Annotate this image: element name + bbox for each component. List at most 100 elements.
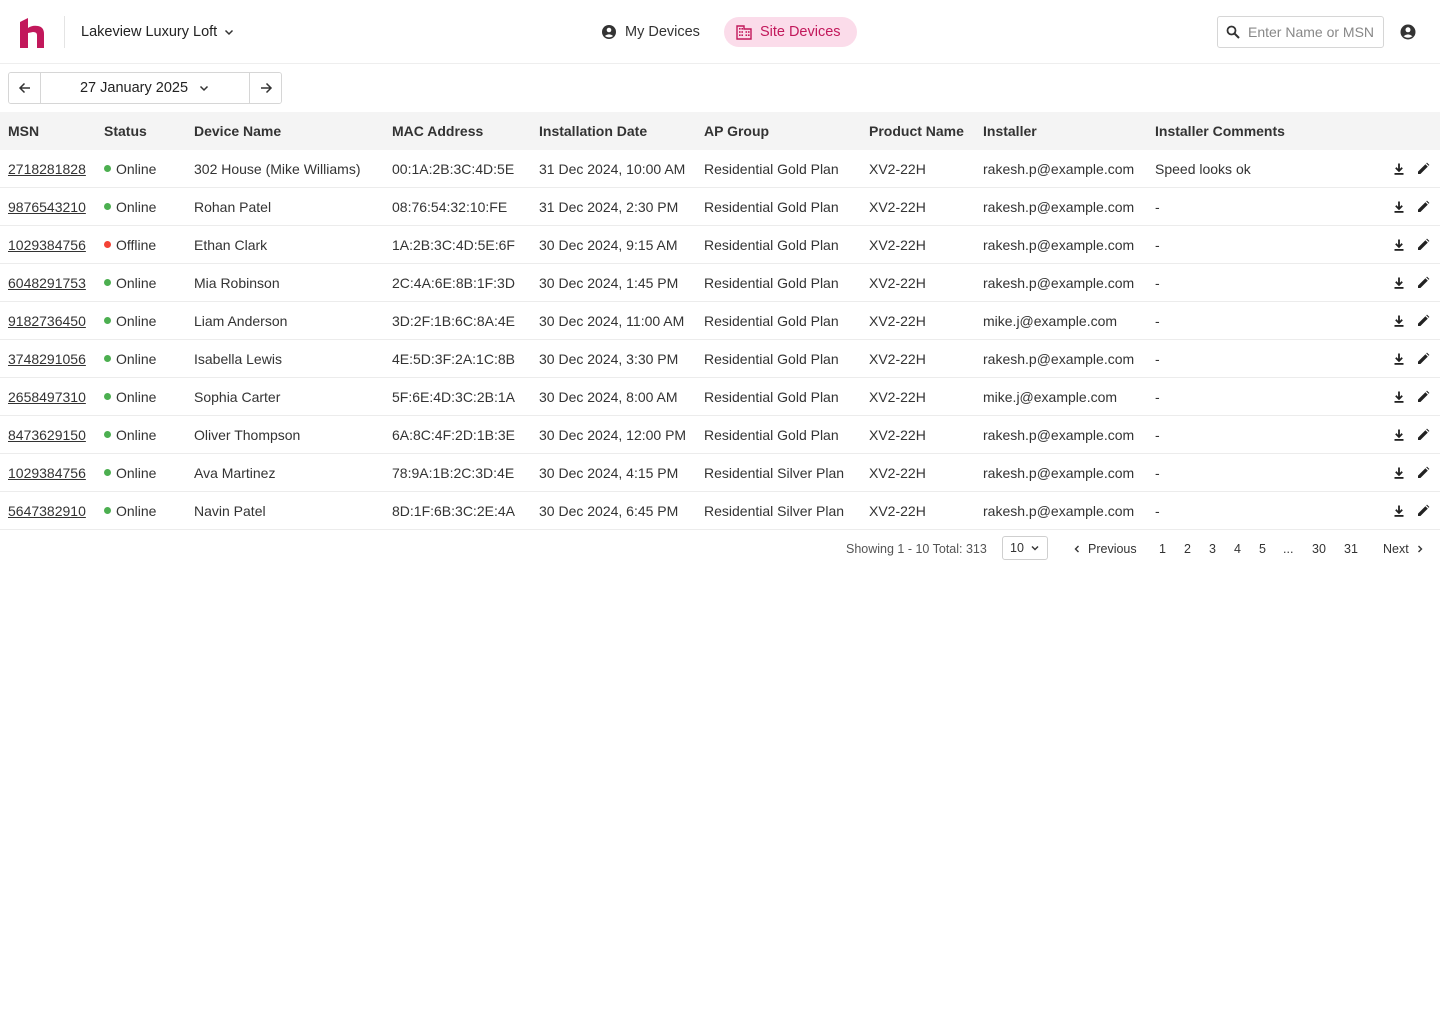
- installer-comments-cell: -: [1155, 502, 1160, 519]
- msn-link[interactable]: 9876543210: [8, 199, 86, 215]
- msn-link[interactable]: 9182736450: [8, 313, 86, 329]
- installer-cell: mike.j@example.com: [983, 312, 1118, 329]
- edit-icon[interactable]: [1416, 504, 1430, 518]
- column-header-product-name[interactable]: Product Name: [869, 123, 964, 139]
- page-size-select[interactable]: 10: [1002, 536, 1048, 560]
- ap-group-cell: Residential Silver Plan: [704, 464, 845, 481]
- page-4[interactable]: 4: [1234, 542, 1241, 556]
- column-header-installer[interactable]: Installer: [983, 123, 1037, 139]
- page-30[interactable]: 30: [1312, 542, 1326, 556]
- download-icon[interactable]: [1392, 276, 1406, 290]
- column-header-ap-group[interactable]: AP Group: [704, 123, 769, 139]
- search-input[interactable]: [1248, 24, 1378, 40]
- download-icon[interactable]: [1392, 352, 1406, 366]
- brand-logo[interactable]: [18, 16, 46, 48]
- status-cell: Offline: [104, 237, 156, 253]
- tab-my-devices-label: My Devices: [625, 24, 700, 40]
- status-dot-icon: [104, 469, 111, 476]
- edit-icon[interactable]: [1416, 428, 1430, 442]
- edit-icon[interactable]: [1416, 276, 1430, 290]
- previous-date-button[interactable]: [9, 73, 40, 103]
- row-actions: [1392, 238, 1430, 252]
- row-actions: [1392, 390, 1430, 404]
- download-icon[interactable]: [1392, 428, 1406, 442]
- tab-my-devices[interactable]: My Devices: [589, 17, 716, 47]
- devices-table: MSN Status Device Name MAC Address Insta…: [0, 112, 1440, 530]
- device-name-cell: Mia Robinson: [194, 274, 280, 291]
- column-header-mac-address[interactable]: MAC Address: [392, 123, 483, 139]
- page-3[interactable]: 3: [1209, 542, 1216, 556]
- download-icon[interactable]: [1392, 162, 1406, 176]
- ap-group-cell: Residential Gold Plan: [704, 426, 839, 443]
- edit-icon[interactable]: [1416, 162, 1430, 176]
- device-name-cell: Ava Martinez: [194, 464, 276, 481]
- installation-date-cell: 30 Dec 2024, 6:45 PM: [539, 502, 679, 519]
- page-31[interactable]: 31: [1344, 542, 1358, 556]
- installer-comments-cell: -: [1155, 388, 1160, 405]
- device-name-cell: Navin Patel: [194, 502, 266, 519]
- download-icon[interactable]: [1392, 200, 1406, 214]
- column-header-msn[interactable]: MSN: [8, 123, 39, 139]
- installer-comments-cell: -: [1155, 274, 1160, 291]
- edit-icon[interactable]: [1416, 352, 1430, 366]
- product-name-cell: XV2-22H: [869, 312, 926, 329]
- installation-date-cell: 30 Dec 2024, 4:15 PM: [539, 464, 679, 481]
- page-1[interactable]: 1: [1159, 542, 1166, 556]
- status-text: Online: [116, 388, 157, 405]
- msn-link[interactable]: 3748291056: [8, 351, 86, 367]
- msn-link[interactable]: 5647382910: [8, 503, 86, 519]
- download-icon[interactable]: [1392, 238, 1406, 252]
- column-header-installation-date[interactable]: Installation Date: [539, 123, 647, 139]
- page-2[interactable]: 2: [1184, 542, 1191, 556]
- table-row: 8473629150 Online Oliver Thompson 6A:8C:4F:…: [0, 416, 1440, 454]
- edit-icon[interactable]: [1416, 466, 1430, 480]
- msn-link[interactable]: 2718281828: [8, 161, 86, 177]
- msn-link[interactable]: 6048291753: [8, 275, 86, 291]
- next-page-button[interactable]: Next: [1383, 542, 1425, 556]
- msn-link[interactable]: 2658497310: [8, 389, 86, 405]
- page-5[interactable]: 5: [1259, 542, 1266, 556]
- installation-date-cell: 30 Dec 2024, 1:45 PM: [539, 274, 679, 291]
- status-dot-icon: [104, 165, 111, 172]
- download-icon[interactable]: [1392, 466, 1406, 480]
- edit-icon[interactable]: [1416, 390, 1430, 404]
- row-actions: [1392, 352, 1430, 366]
- installation-date-cell: 30 Dec 2024, 3:30 PM: [539, 350, 679, 367]
- date-picker[interactable]: 27 January 2025: [40, 73, 250, 103]
- product-name-cell: XV2-22H: [869, 426, 926, 443]
- msn-link[interactable]: 1029384756: [8, 237, 86, 253]
- edit-icon[interactable]: [1416, 200, 1430, 214]
- column-header-installer-comments[interactable]: Installer Comments: [1155, 123, 1285, 139]
- row-actions: [1392, 200, 1430, 214]
- table-body: 2718281828 Online 302 House (Mike Williams…: [0, 150, 1440, 530]
- device-name-cell: Liam Anderson: [194, 312, 288, 329]
- msn-link[interactable]: 1029384756: [8, 465, 86, 481]
- account-icon[interactable]: [1399, 23, 1417, 41]
- column-header-device-name[interactable]: Device Name: [194, 123, 281, 139]
- ap-group-cell: Residential Gold Plan: [704, 198, 839, 215]
- status-cell: Online: [104, 465, 156, 481]
- next-date-button[interactable]: [250, 73, 281, 103]
- edit-icon[interactable]: [1416, 238, 1430, 252]
- previous-page-button[interactable]: Previous: [1072, 542, 1137, 556]
- edit-icon[interactable]: [1416, 314, 1430, 328]
- search-icon: [1226, 25, 1240, 39]
- download-icon[interactable]: [1392, 504, 1406, 518]
- download-icon[interactable]: [1392, 314, 1406, 328]
- device-name-cell: Oliver Thompson: [194, 426, 301, 443]
- next-label: Next: [1383, 542, 1409, 556]
- mac-address-cell: 2C:4A:6E:8B:1F:3D: [392, 274, 515, 291]
- table-row: 1029384756 Online Ava Martinez 78:9A:1B:2C:…: [0, 454, 1440, 492]
- status-text: Online: [116, 464, 157, 481]
- page-size-value: 10: [1010, 541, 1024, 555]
- site-selector[interactable]: Lakeview Luxury Loft: [81, 22, 235, 42]
- date-navigator: 27 January 2025: [8, 72, 282, 104]
- msn-link[interactable]: 8473629150: [8, 427, 86, 443]
- mac-address-cell: 08:76:54:32:10:FE: [392, 198, 508, 215]
- status-cell: Online: [104, 199, 156, 215]
- installation-date-cell: 30 Dec 2024, 12:00 PM: [539, 426, 687, 443]
- tab-site-devices[interactable]: Site Devices: [723, 17, 857, 47]
- column-header-status[interactable]: Status: [104, 123, 147, 139]
- header-divider: [64, 16, 65, 48]
- download-icon[interactable]: [1392, 390, 1406, 404]
